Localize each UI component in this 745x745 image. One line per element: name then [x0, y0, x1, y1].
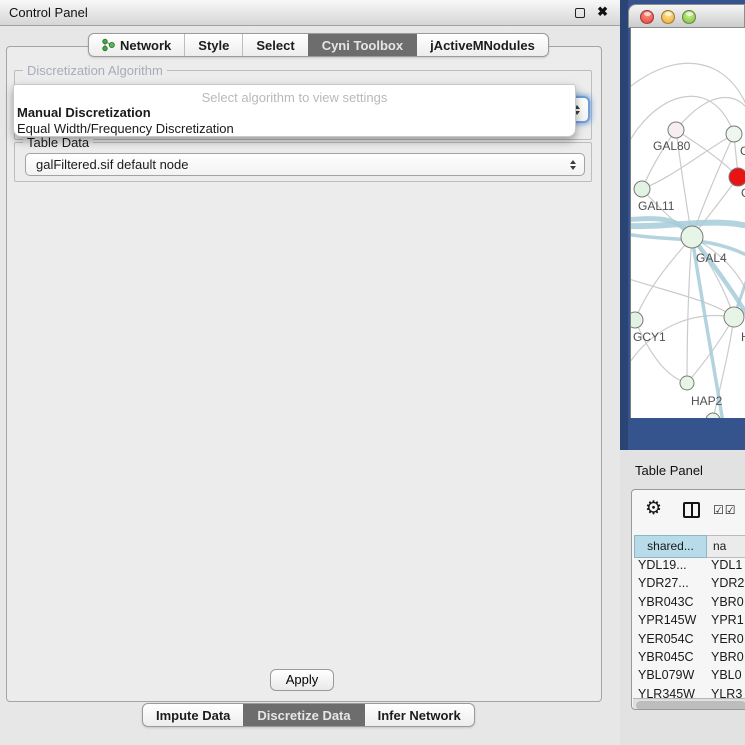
columns-icon[interactable] [683, 502, 700, 518]
zoom-traffic-light-icon[interactable] [682, 10, 696, 24]
table-row[interactable]: YDL19...YDL1 [632, 558, 745, 576]
tab-style[interactable]: Style [184, 34, 242, 56]
gear-icon[interactable]: ⚙ [645, 497, 662, 520]
network-node[interactable] [706, 413, 720, 418]
table-column-header[interactable]: shared... [634, 535, 707, 558]
network-node[interactable] [726, 126, 742, 142]
network-graph[interactable]: GAL80 G C GAL11 GAL4 GCY1 H HAP2 [631, 28, 745, 418]
table-horizontal-scrollbar[interactable] [633, 698, 745, 710]
combo-stepper-icon [570, 160, 576, 170]
select-columns-checkboxes-icon[interactable]: ☑☑ [713, 503, 737, 517]
network-node-label: GAL4 [696, 251, 727, 265]
network-node[interactable] [724, 307, 744, 327]
algorithm-placeholder: Select algorithm to view settings [14, 90, 575, 105]
table-data-combobox[interactable]: galFiltered.sif default node [25, 153, 585, 176]
network-node[interactable] [729, 168, 745, 186]
scrollbar-thumb[interactable] [636, 701, 745, 710]
tab-jactivemnodules[interactable]: jActiveMNodules [416, 34, 548, 56]
minimize-traffic-light-icon[interactable] [661, 10, 675, 24]
network-node-label: HAP2 [691, 394, 723, 408]
network-node-label: C [741, 186, 745, 200]
table-panel-title: Table Panel [635, 463, 703, 478]
dropdown-option[interactable]: Equal Width/Frequency Discretization [17, 121, 234, 136]
network-view-canvas[interactable]: GAL80 G C GAL11 GAL4 GCY1 H HAP2 [630, 28, 745, 418]
table-row[interactable]: YBR045CYBR0 [632, 650, 745, 668]
float-window-icon[interactable] [575, 8, 585, 18]
cyni-bottom-tabs: Impute DataDiscretize DataInfer Network [142, 703, 475, 727]
dropdown-option[interactable]: Manual Discretization [17, 105, 151, 120]
algorithm-dropdown-popup: Select algorithm to view settings Manual… [13, 84, 576, 137]
network-node[interactable] [668, 122, 684, 138]
control-panel-title: Control Panel [9, 5, 88, 20]
close-traffic-light-icon[interactable] [640, 10, 654, 24]
table-column-header[interactable]: na [707, 535, 745, 558]
tab-discretize-data[interactable]: Discretize Data [243, 704, 363, 726]
network-node-label: GAL11 [638, 199, 675, 213]
table-row[interactable]: YBR043CYBR0 [632, 595, 745, 613]
network-node[interactable] [631, 312, 643, 328]
network-edge[interactable] [676, 98, 745, 131]
apply-button[interactable]: Apply [270, 669, 334, 691]
table-data-group: Table Data galFiltered.sif default node [14, 142, 592, 182]
network-node-label: H [741, 330, 745, 344]
table-row[interactable]: YDR27...YDR2 [632, 576, 745, 594]
network-node[interactable] [634, 181, 650, 197]
tab-infer-network[interactable]: Infer Network [364, 704, 474, 726]
tab-network[interactable]: Network [89, 34, 184, 56]
network-window-titlebar[interactable] [628, 4, 745, 28]
network-edge[interactable] [687, 237, 692, 383]
discretization-algorithm-label: Discretization Algorithm [23, 63, 167, 78]
close-icon[interactable]: ✖ [597, 4, 608, 20]
network-node-label: G [740, 144, 745, 158]
network-icon [102, 38, 115, 52]
network-node[interactable] [680, 376, 694, 390]
node-table: ⚙ ☑☑ shared... na YDL19...YDL1YDR27...YD… [631, 489, 745, 710]
table-row[interactable]: YBL079WYBL0 [632, 668, 745, 686]
tab-cyni-toolbox[interactable]: Cyni Toolbox [308, 34, 416, 56]
control-panel-titlebar: Control Panel ✖ [0, 0, 620, 26]
control-panel-tabs: NetworkStyleSelectCyni ToolboxjActiveMNo… [88, 33, 549, 57]
tab-select[interactable]: Select [242, 34, 307, 56]
network-edge[interactable] [635, 237, 692, 320]
network-node-label: GCY1 [633, 330, 666, 344]
tab-impute-data[interactable]: Impute Data [143, 704, 243, 726]
table-row[interactable]: YER054CYER0 [632, 632, 745, 650]
network-node-label: GAL80 [653, 139, 691, 153]
table-row[interactable]: YPR145WYPR1 [632, 613, 745, 631]
table-data-label: Table Data [23, 135, 93, 150]
table-panel: Table Panel ⚙ ☑☑ shared... na YDL19...YD… [620, 450, 745, 745]
network-node[interactable] [681, 226, 703, 248]
